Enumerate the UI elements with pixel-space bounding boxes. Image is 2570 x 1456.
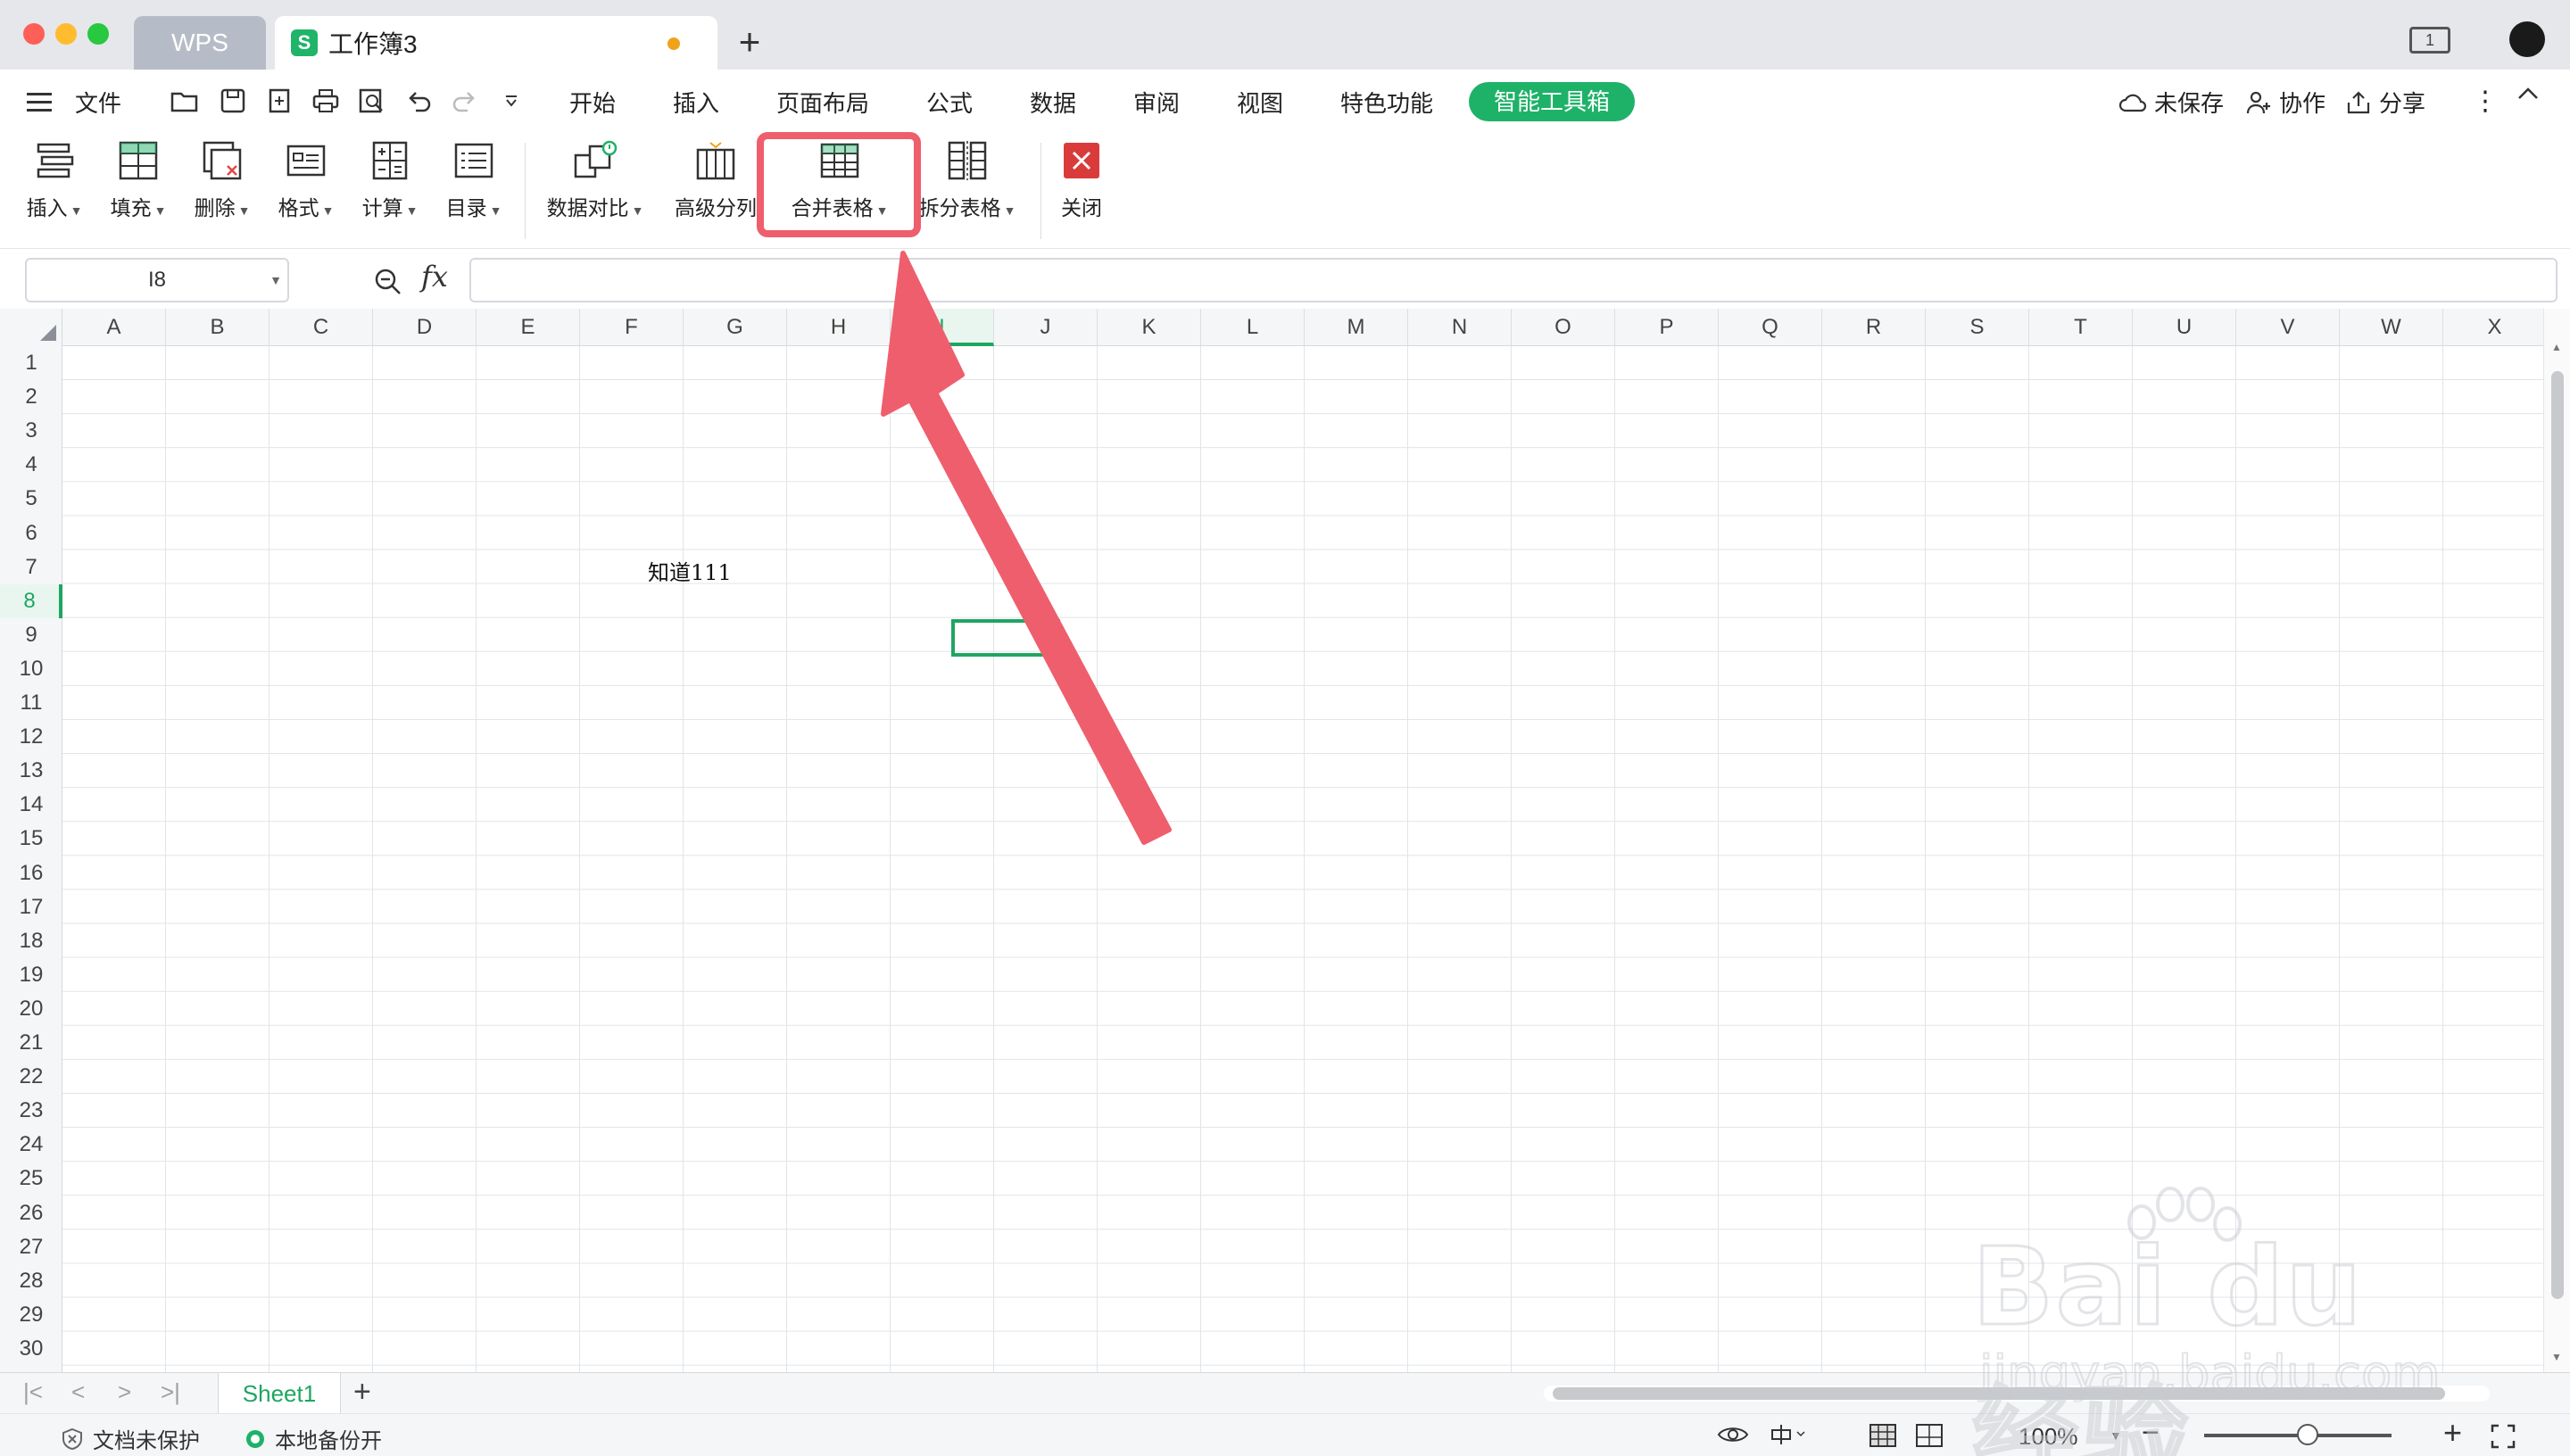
watermark-brand: Bai du 经验	[1971, 1225, 2364, 1456]
baidu-watermark: Bai du 经验 jingyan.baidu.com	[1963, 1187, 2463, 1456]
watermark-url: jingyan.baidu.com	[1978, 1344, 2442, 1404]
